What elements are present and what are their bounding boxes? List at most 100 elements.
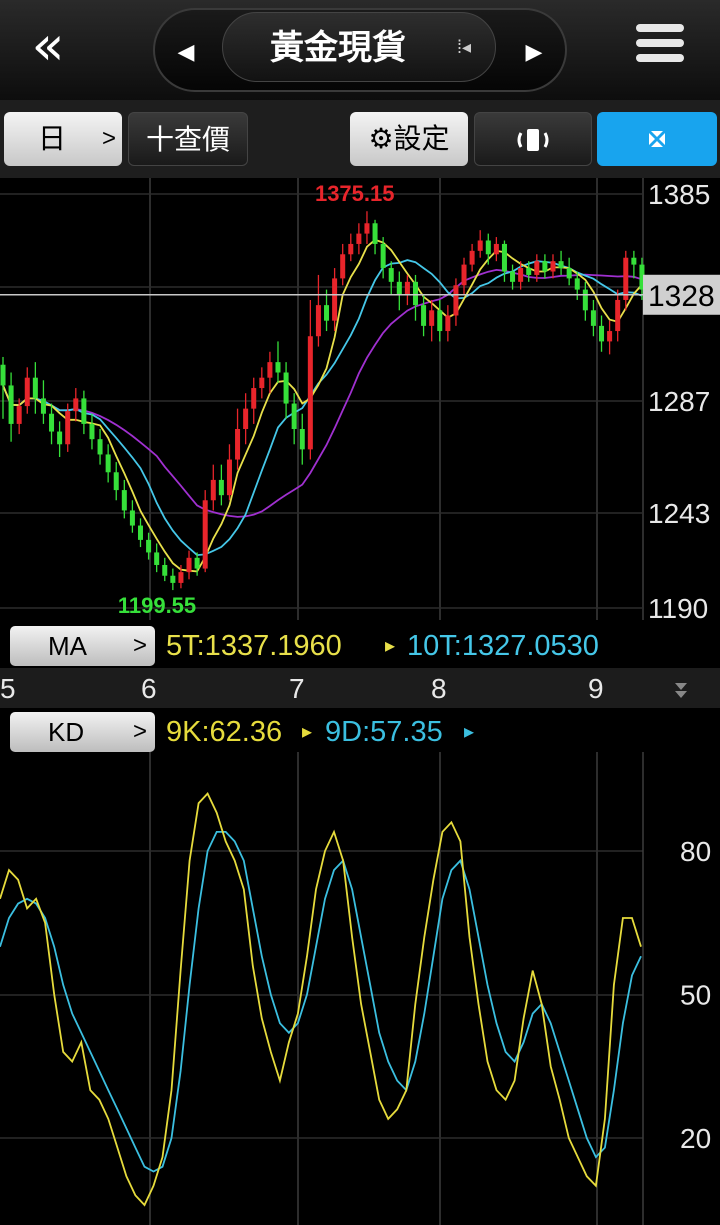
k-legend: 9K:62.36 [166,716,283,748]
candle-body [89,423,95,440]
menu-button[interactable] [636,24,684,74]
rotate-icon [517,129,549,151]
triangle-right-icon: ▶ [525,39,543,64]
x-tick-label: 5 [0,673,16,704]
candle-body [445,315,451,332]
candle-body [121,490,127,511]
candle-body [421,305,427,326]
title-box[interactable]: 黃金現貨 ⁞◂ [222,12,496,82]
ma5-legend-marker: ▸ [385,635,396,657]
d-legend: 9D:57.35 [325,716,443,748]
rotate-button[interactable] [474,112,592,166]
kd-indicator-name: KD [48,717,85,747]
crosshair-button[interactable]: 十查價 [128,112,248,166]
candle-body [558,261,564,269]
candle-body [146,539,152,553]
chart-canvas[interactable]: 1375.151199.5513851331128712431190132856… [0,178,720,1225]
price-y-tick-label: 1287 [648,386,710,417]
candle-body [518,268,524,282]
candle-body [453,285,459,316]
price-y-tick-label: 1385 [648,179,710,210]
candle-body [631,257,637,265]
settings-button[interactable]: ⚙設定 [350,112,468,166]
candle-body [324,305,330,321]
candle-body [461,264,467,286]
candle-body [202,500,208,569]
candle-body [437,310,443,332]
candle-body [582,289,588,311]
candle-body [210,479,216,501]
candle-body [542,261,548,272]
toolbar: 日 > 十查價 ⚙設定 [0,100,720,178]
kd-y-tick-label: 50 [680,980,711,1011]
candle-body [623,257,629,300]
candle-body [129,510,135,526]
candle-body [404,281,410,295]
candle-body [73,398,79,412]
x-tick-label: 8 [431,673,447,704]
candle-body [65,411,71,445]
candle-body [380,243,386,269]
top-bar: « ◀ ▶ 黃金現貨 ⁞◂ [0,0,720,101]
candle-body [105,454,111,473]
collapse-arrows-icon [649,131,665,147]
candle-body [137,525,144,540]
current-price-label: 1328 [648,280,715,313]
candle-body [178,572,184,583]
ma5-line [2,238,643,573]
candle-body [599,325,605,342]
candle-body [372,223,378,244]
candle-body [154,552,160,565]
candle-body [534,261,540,275]
fullscreen-toggle-button[interactable] [597,112,717,166]
candle-body [332,278,338,321]
candle-body [186,557,192,573]
candle-body [574,278,580,290]
candle-body [348,243,354,255]
x-tick-label: 6 [141,673,157,704]
high-price-label: 1375.15 [315,181,395,206]
candle-body [412,281,418,306]
d-legend-marker: ▸ [464,721,475,743]
chevron-right-icon: > [132,632,147,659]
candle-body [162,564,168,576]
ma-indicator-button[interactable]: MA > [10,626,155,666]
candle-body [485,240,491,255]
next-instrument-button[interactable]: ▶ [519,34,549,70]
candle-body [267,362,273,378]
hamburger-icon [636,24,684,32]
back-button[interactable]: « [18,18,78,78]
candle-body [40,398,46,414]
candle-body [226,459,232,496]
double-chevron-left-icon: « [31,14,65,77]
candle-body [57,431,63,445]
settings-label: 設定 [393,123,450,154]
candle-body [243,408,249,429]
chevron-right-icon: > [132,718,147,745]
candle-body [396,281,402,295]
chevron-right-icon: > [101,125,116,152]
ma10-line [2,259,643,557]
candle-body [477,240,483,251]
candle-body [251,388,257,409]
candle-body [299,429,305,450]
candle-body [283,372,289,404]
period-select-button[interactable]: 日 > [4,112,122,166]
ma5-legend: 5T:1337.1960 [166,630,342,662]
period-label: 日 [38,123,67,154]
ma-indicator-name: MA [48,631,87,661]
candle-body [356,233,362,244]
candle-body [510,271,516,282]
candle-body [340,254,346,279]
candle-body [501,243,507,272]
kd-indicator-button[interactable]: KD > [10,712,155,752]
x-tick-label: 9 [588,673,604,704]
candle-body [388,268,394,282]
candle-body [315,305,321,337]
candle-body [235,429,241,460]
triangle-left-icon: ◀ [177,39,195,64]
previous-instrument-button[interactable]: ◀ [171,34,201,70]
candle-body [24,377,30,407]
candle-body [550,261,556,272]
candle-body [81,398,87,424]
